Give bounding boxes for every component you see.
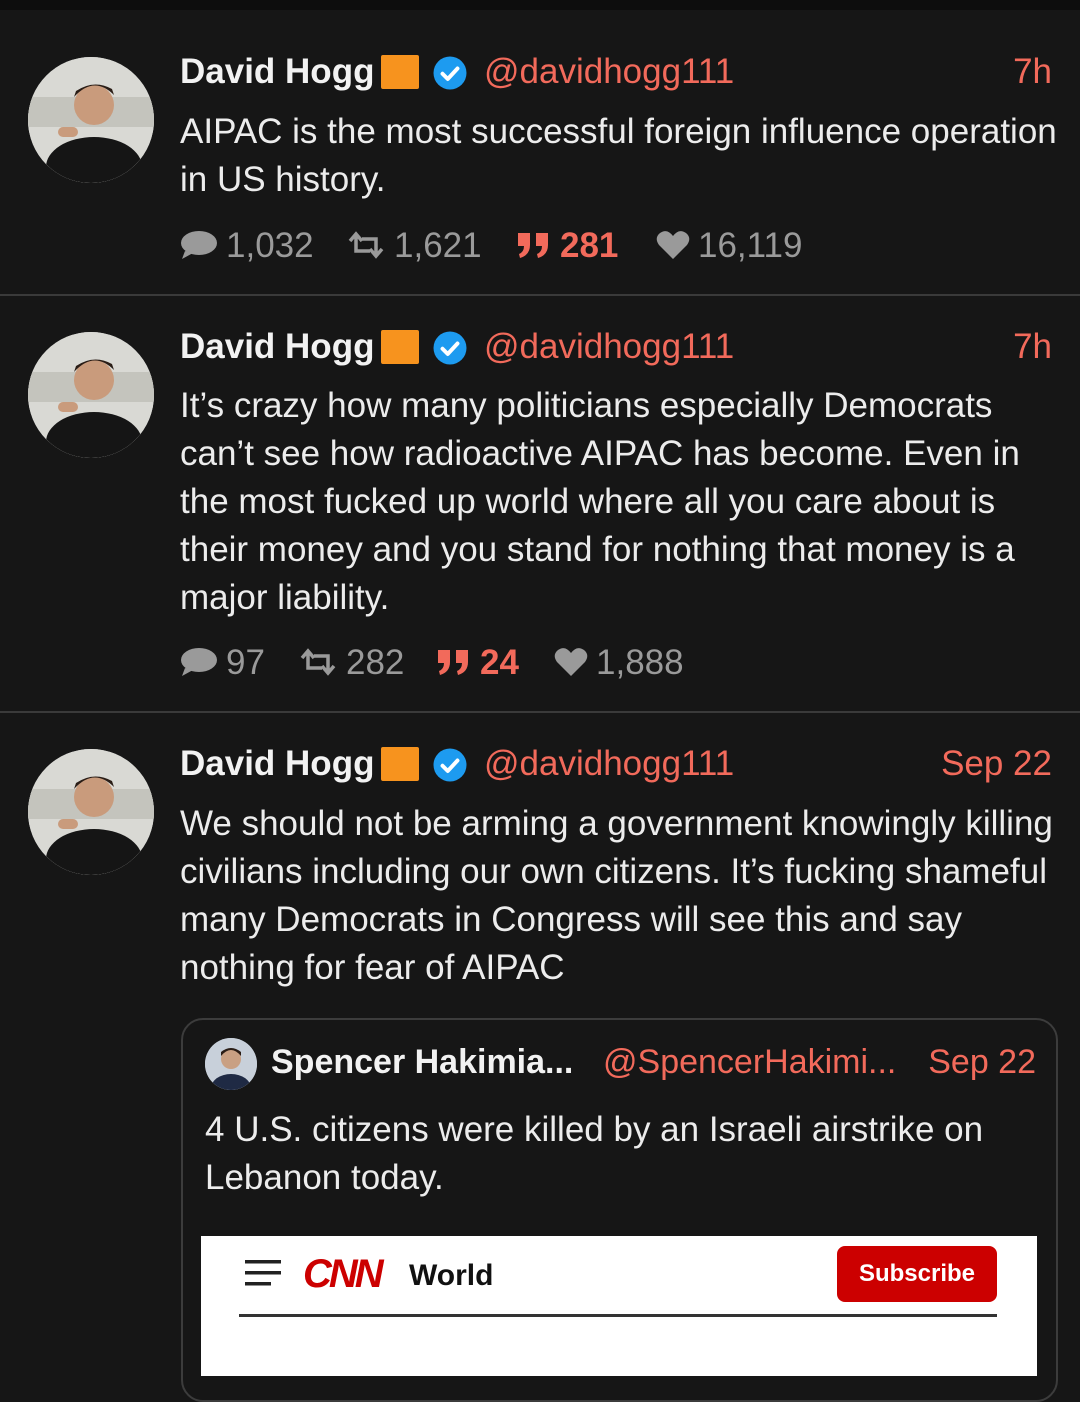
divider xyxy=(0,711,1080,713)
avatar-photo-icon xyxy=(28,57,154,183)
author-name[interactable]: David Hogg xyxy=(180,325,374,369)
avatar[interactable] xyxy=(28,57,154,183)
orange-square-icon xyxy=(381,330,419,364)
quoted-avatar[interactable] xyxy=(205,1038,257,1090)
divider xyxy=(0,294,1080,296)
avatar-photo-icon xyxy=(205,1038,257,1090)
verified-badge-icon xyxy=(433,331,467,365)
orange-square-icon xyxy=(381,55,419,89)
tweet-text: We should not be arming a government kno… xyxy=(180,804,1053,987)
retweet-count: 1,621 xyxy=(394,226,482,265)
reply-button[interactable]: 1,032 xyxy=(180,224,314,268)
timestamp[interactable]: Sep 22 xyxy=(941,742,1052,786)
quoted-author-name[interactable]: Spencer Hakimia... xyxy=(271,1040,573,1084)
quote-count: 281 xyxy=(560,226,619,265)
quoted-timestamp[interactable]: Sep 22 xyxy=(928,1040,1036,1084)
heart-icon xyxy=(554,647,588,676)
cnn-logo: CNN xyxy=(303,1252,384,1296)
author-handle[interactable]: @davidhogg111 xyxy=(484,742,734,786)
quote-count: 24 xyxy=(480,643,519,682)
like-count: 16,119 xyxy=(698,226,803,265)
avatar[interactable] xyxy=(28,332,154,458)
verified-badge-icon xyxy=(433,748,467,782)
avatar[interactable] xyxy=(28,749,154,875)
reply-count: 97 xyxy=(226,643,265,682)
author-handle[interactable]: @davidhogg111 xyxy=(484,50,734,94)
like-count: 1,888 xyxy=(596,643,684,682)
author-name[interactable]: David Hogg xyxy=(180,742,374,786)
tweet-text: AIPAC is the most successful foreign inf… xyxy=(180,112,1057,199)
reply-icon xyxy=(181,230,217,259)
quote-icon xyxy=(518,232,548,258)
retweet-icon xyxy=(300,648,336,676)
verified-badge-icon xyxy=(433,56,467,90)
reply-icon xyxy=(181,647,217,676)
timestamp[interactable]: 7h xyxy=(1013,325,1052,369)
avatar-photo-icon xyxy=(28,332,154,458)
like-button[interactable]: 1,888 xyxy=(554,641,684,685)
retweet-button[interactable]: 282 xyxy=(298,641,404,685)
quoted-media-image[interactable]: CNN World Subscribe xyxy=(201,1236,1037,1376)
retweet-count: 282 xyxy=(346,643,405,682)
quoted-tweet-text: 4 U.S. citizens were killed by an Israel… xyxy=(205,1110,984,1197)
quoted-author-handle[interactable]: @SpencerHakimi... xyxy=(603,1040,896,1084)
subscribe-button: Subscribe xyxy=(837,1246,997,1302)
quote-icon xyxy=(438,649,468,675)
top-bar xyxy=(0,0,1080,10)
menu-icon xyxy=(245,1260,281,1286)
timestamp[interactable]: 7h xyxy=(1013,50,1052,94)
tweet-text: It’s crazy how many politicians especial… xyxy=(180,386,1020,617)
author-handle[interactable]: @davidhogg111 xyxy=(484,325,734,369)
quote-button[interactable]: 281 xyxy=(516,224,618,268)
like-button[interactable]: 16,119 xyxy=(656,224,802,268)
retweet-icon xyxy=(348,231,384,259)
orange-square-icon xyxy=(381,747,419,781)
avatar-photo-icon xyxy=(28,749,154,875)
heart-icon xyxy=(656,230,690,259)
quoted-tweet[interactable]: Spencer Hakimia... @SpencerHakimi... Sep… xyxy=(181,1018,1058,1402)
divider xyxy=(239,1314,997,1317)
reply-button[interactable]: 97 xyxy=(180,641,265,685)
author-name[interactable]: David Hogg xyxy=(180,50,374,94)
cnn-section-label: World xyxy=(409,1259,494,1292)
reply-count: 1,032 xyxy=(226,226,314,265)
retweet-button[interactable]: 1,621 xyxy=(346,224,482,268)
quote-button[interactable]: 24 xyxy=(436,641,519,685)
